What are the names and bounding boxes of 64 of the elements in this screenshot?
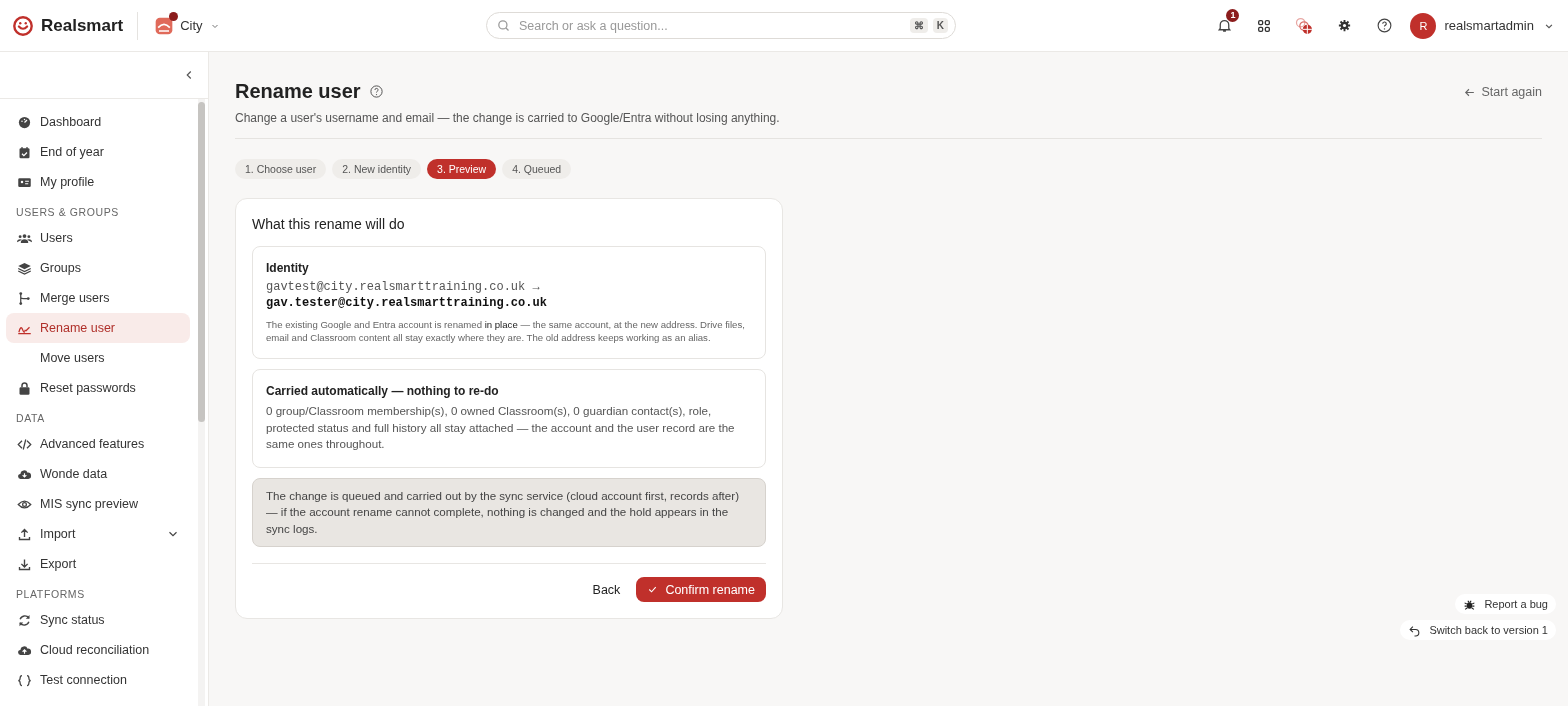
step-tab[interactable]: 2. New identity <box>332 159 422 179</box>
back-button[interactable]: Back <box>592 578 621 601</box>
report-bug-button[interactable]: Report a bug <box>1455 594 1556 614</box>
help-icon <box>368 84 384 99</box>
help-button[interactable] <box>368 84 384 99</box>
user-menu[interactable]: R realsmartadmin <box>1410 12 1556 39</box>
gear-icon <box>1336 18 1352 33</box>
sidebar-item[interactable]: End of year <box>6 137 190 167</box>
school-switcher[interactable]: City <box>154 15 221 36</box>
sidebar-item[interactable]: Groups <box>6 253 190 283</box>
sync-notice: The change is queued and carried out by the sync service (cloud account first, records after) — if the account rename cannot complete, nothing is changed and the hold appears in the sync logs. <box>252 477 766 547</box>
sidebar-item[interactable]: Wonde data <box>6 459 190 489</box>
sidebar-item[interactable]: My profile <box>6 167 190 197</box>
panel-title: Identity <box>266 261 310 275</box>
sidebar-item[interactable]: Merge users <box>6 283 190 313</box>
search-icon <box>496 18 511 33</box>
sidebar-item[interactable]: Move users <box>6 343 190 373</box>
panel-title: Carried automatically — nothing to re-do <box>266 384 500 398</box>
notification-count: 1 <box>1226 8 1240 22</box>
identity-note: The existing Google and Entra account is renamed in place — the same account, at the new address. Drive files, email and Classroom content all stay exactly where they are. The old address keeps working as an alias. <box>266 318 746 344</box>
undo-arrow-icon <box>1408 623 1422 637</box>
sidebar-item[interactable]: Sync status <box>6 605 190 635</box>
dashboard-gauge-icon <box>16 114 32 130</box>
sidebar-item[interactable]: Rename user <box>6 313 190 343</box>
code-icon <box>16 436 32 452</box>
sidebar-item[interactable]: Users <box>6 223 190 253</box>
sidebar-item[interactable]: Export <box>6 549 190 579</box>
step-tab[interactable]: 4. Queued <box>502 159 572 179</box>
sidebar-item[interactable]: Dashboard <box>6 107 190 137</box>
user-avatar: R <box>1410 12 1437 39</box>
braces-icon <box>16 672 32 688</box>
sidebar-item[interactable]: MIS sync preview <box>6 489 190 519</box>
confirm-rename-button[interactable]: Confirm rename <box>636 577 766 602</box>
sidebar-item[interactable]: Reset passwords <box>6 373 190 403</box>
scrollbar-thumb[interactable] <box>198 102 205 422</box>
page-title: Rename user <box>235 80 361 103</box>
brand-name: Realsmart <box>41 15 124 36</box>
upload-icon <box>16 526 32 542</box>
sidebar-item[interactable]: Advanced features <box>6 429 190 459</box>
carried-text: 0 group/Classroom membership(s), 0 owned Classroom(s), 0 guardian contact(s), role, protected status and full history all stay attached — the account and the user record are the same ones throughout. <box>266 403 736 452</box>
smiley-logo-icon <box>12 14 34 37</box>
merge-branch-icon <box>16 290 32 306</box>
notifications-button[interactable]: 1 <box>1204 9 1245 42</box>
new-email: gav.tester@city.realsmarttraining.co.uk <box>266 296 548 310</box>
section-heading: PLATFORMS <box>15 587 86 602</box>
start-again-link[interactable]: Start again <box>1462 80 1542 104</box>
sidebar-item[interactable]: Test connection <box>6 665 190 695</box>
school-crest-icon <box>154 15 175 36</box>
layers-icon <box>16 260 32 276</box>
bug-icon <box>1463 597 1477 611</box>
switch-version-button[interactable]: Switch back to version 1 <box>1400 620 1556 640</box>
sidebar-item[interactable]: Cloud reconciliation <box>6 635 190 665</box>
help-icon <box>1375 17 1393 34</box>
step-tab[interactable]: 3. Preview <box>427 159 497 179</box>
card-title: What this rename will do <box>252 216 406 232</box>
section-heading: DATA <box>15 411 46 426</box>
grid-icon <box>1256 17 1273 34</box>
old-email: gavtest@city.realsmarttraining.co.uk → <box>266 280 541 294</box>
shortcut-key: ⌘ <box>910 18 928 33</box>
sidebar-item[interactable]: Import <box>6 519 190 549</box>
section-heading: USERS & GROUPS <box>15 205 120 220</box>
check-icon <box>647 584 659 595</box>
step-tab[interactable]: 1. Choose user <box>235 159 327 179</box>
page-subtitle: Change a user's username and email — the change is carried to Google/Entra without losing anything. <box>235 111 780 125</box>
